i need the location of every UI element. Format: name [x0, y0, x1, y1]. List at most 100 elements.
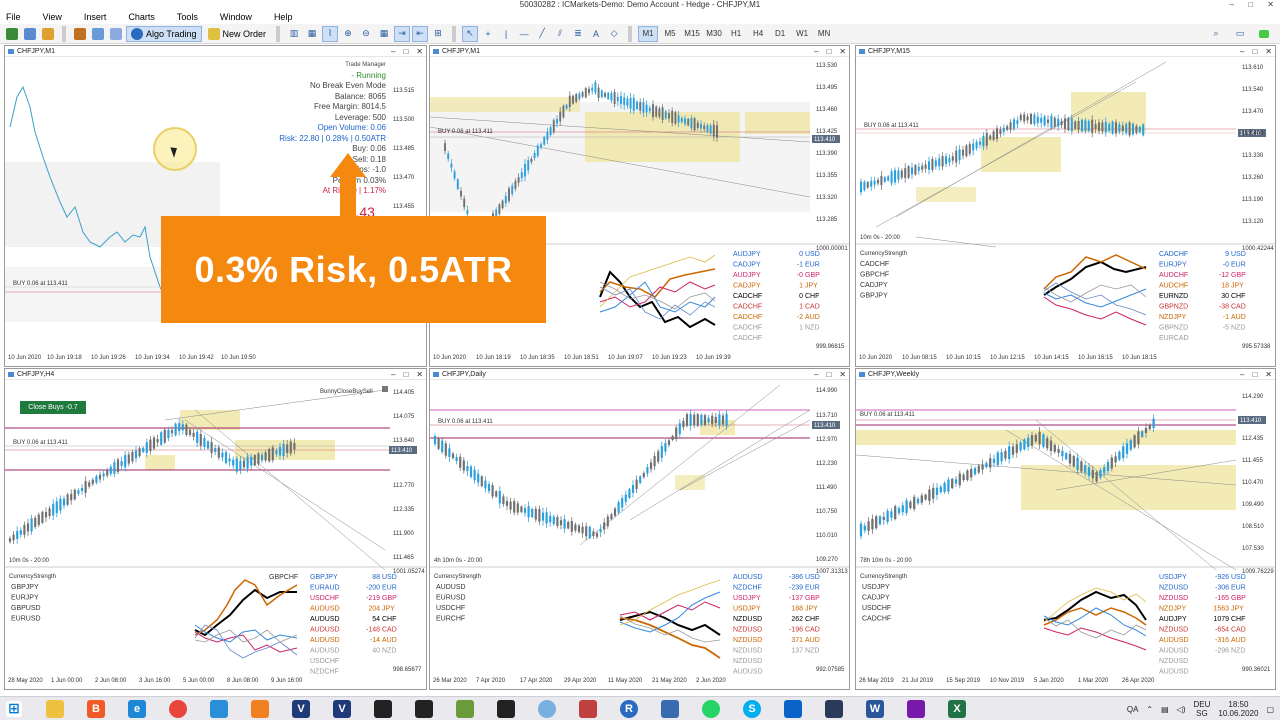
minimize-icon[interactable]: –: [1230, 0, 1234, 9]
taskbar-app-charts[interactable]: [246, 698, 274, 720]
minimize-icon[interactable]: –: [1240, 370, 1244, 379]
taskbar-app-edge[interactable]: e: [123, 698, 151, 720]
timeframe-h1[interactable]: H1: [726, 26, 746, 42]
taskbar-app-arrow[interactable]: [820, 698, 848, 720]
taskbar-app-snip[interactable]: [574, 698, 602, 720]
tray-language[interactable]: DEU SG: [1194, 700, 1211, 718]
chart-shift-icon[interactable]: ⇤: [412, 25, 429, 42]
chart-window-daily[interactable]: CHFJPY,Daily – □ ✕ BUY 0.06 at 113.411 4h …: [429, 368, 850, 690]
search-icon[interactable]: ⌕: [1208, 26, 1224, 42]
strategy-tester-icon[interactable]: [90, 26, 106, 42]
taskbar-app-mt1[interactable]: [369, 698, 397, 720]
minimize-icon[interactable]: –: [1240, 47, 1244, 56]
text-tool-icon[interactable]: A: [588, 26, 604, 42]
timeframe-w1[interactable]: W1: [792, 26, 812, 42]
timeframe-m1[interactable]: M1: [638, 25, 659, 42]
maximize-icon[interactable]: □: [826, 47, 831, 56]
maximize-icon[interactable]: □: [403, 47, 408, 56]
vertical-line-icon[interactable]: |: [498, 26, 514, 42]
timeframe-m15[interactable]: M15: [682, 26, 702, 42]
start-button[interactable]: ⊞: [0, 698, 28, 720]
minimize-icon[interactable]: –: [391, 47, 395, 56]
taskbar-app-mt2[interactable]: [410, 698, 438, 720]
close-icon[interactable]: ✕: [839, 47, 846, 56]
new-chart-icon[interactable]: [4, 26, 20, 42]
tray-network-icon[interactable]: ▤: [1161, 705, 1169, 714]
cursor-icon[interactable]: ↖: [462, 25, 479, 42]
maximize-icon[interactable]: □: [826, 370, 831, 379]
menu-tools[interactable]: Tools: [175, 12, 200, 22]
tray-chevron-up-icon[interactable]: ⌃: [1146, 705, 1153, 714]
taskbar-app-pdf[interactable]: [656, 698, 684, 720]
minimize-icon[interactable]: –: [814, 47, 818, 56]
fibonacci-icon[interactable]: ≣: [570, 26, 586, 42]
bar-chart-icon[interactable]: ▥: [286, 26, 302, 42]
taskbar-app-excel[interactable]: X: [943, 698, 971, 720]
minimize-icon[interactable]: –: [814, 370, 818, 379]
taskbar-app-tool[interactable]: [451, 698, 479, 720]
chart-area-h4[interactable]: BUY 0.06 at 113.411 BunnyCloseBuySell 10…: [5, 380, 426, 689]
notifications-icon[interactable]: ▢: [1266, 705, 1274, 714]
close-icon[interactable]: ✕: [1265, 47, 1272, 56]
indicators-icon[interactable]: ⊞: [430, 26, 446, 42]
navigator-icon[interactable]: [72, 26, 88, 42]
minimize-icon[interactable]: –: [391, 370, 395, 379]
taskbar-app-v1[interactable]: V: [287, 698, 315, 720]
chat-icon[interactable]: ▭: [1232, 26, 1248, 42]
channel-icon[interactable]: ⫽: [552, 26, 568, 42]
shapes-icon[interactable]: ◇: [606, 26, 622, 42]
market-watch-icon[interactable]: [40, 26, 56, 42]
maximize-icon[interactable]: □: [403, 370, 408, 379]
chart-window-weekly[interactable]: CHFJPY,Weekly – □ ✕ BUY 0.06 at 113.411 78…: [855, 368, 1276, 690]
taskbar-app-r[interactable]: R: [615, 698, 643, 720]
close-icon[interactable]: ✕: [1265, 370, 1272, 379]
chart-window-m15[interactable]: CHFJPY,M15 – □ ✕ BUY 0.06 at 113.411 10m 0…: [855, 45, 1276, 367]
maximize-icon[interactable]: □: [1252, 47, 1257, 56]
horizontal-line-icon[interactable]: —: [516, 26, 532, 42]
signal-icon[interactable]: [1256, 26, 1272, 42]
taskbar-app-skype[interactable]: S: [738, 698, 766, 720]
line-chart-icon[interactable]: ⌇: [322, 25, 339, 42]
timeframe-h4[interactable]: H4: [748, 26, 768, 42]
tray-clock[interactable]: 18:50 10.06.2020: [1218, 700, 1258, 718]
menu-view[interactable]: View: [41, 12, 64, 22]
close-icon[interactable]: ✕: [416, 47, 423, 56]
new-order-button[interactable]: New Order: [204, 26, 271, 42]
autoscroll-icon[interactable]: ⇥: [394, 25, 411, 42]
menu-insert[interactable]: Insert: [82, 12, 109, 22]
tray-volume-icon[interactable]: ◁): [1177, 705, 1186, 714]
taskbar-app-mt3[interactable]: [492, 698, 520, 720]
taskbar-app-calc[interactable]: [205, 698, 233, 720]
maximize-icon[interactable]: □: [1252, 370, 1257, 379]
candlestick-icon[interactable]: ▦: [304, 26, 320, 42]
taskbar-app-brave[interactable]: B: [82, 698, 110, 720]
tile-windows-icon[interactable]: ▦: [376, 26, 392, 42]
timeframe-d1[interactable]: D1: [770, 26, 790, 42]
chart-area-m15[interactable]: BUY 0.06 at 113.411 10m 0s - 20:00 113.4…: [856, 57, 1275, 366]
trendline-icon[interactable]: ╱: [534, 26, 550, 42]
menu-window[interactable]: Window: [218, 12, 254, 22]
taskbar-app-record[interactable]: [533, 698, 561, 720]
taskbar-app-chrome[interactable]: [164, 698, 192, 720]
terminal-icon[interactable]: [108, 26, 124, 42]
crosshair-icon[interactable]: +: [480, 26, 496, 42]
taskbar-app-explorer[interactable]: [41, 698, 69, 720]
taskbar-app-v2[interactable]: V: [328, 698, 356, 720]
chart-window-h4[interactable]: CHFJPY,H4 – □ ✕ BUY 0.06 at 113.411 BunnyC…: [4, 368, 427, 690]
menu-help[interactable]: Help: [272, 12, 295, 22]
chart-area-daily[interactable]: BUY 0.06 at 113.411 4h 10m 0s - 20:00 11…: [430, 380, 849, 689]
menu-file[interactable]: File: [4, 12, 23, 22]
algo-trading-button[interactable]: Algo Trading: [126, 25, 202, 42]
close-icon[interactable]: ✕: [839, 370, 846, 379]
taskbar-app-whatsapp[interactable]: [697, 698, 725, 720]
tray-qa[interactable]: QA: [1127, 705, 1139, 714]
timeframe-m5[interactable]: M5: [660, 26, 680, 42]
profiles-icon[interactable]: [22, 26, 38, 42]
zoom-in-icon[interactable]: ⊕: [340, 26, 356, 42]
taskbar-app-onenote[interactable]: [902, 698, 930, 720]
taskbar-app-cloud[interactable]: [779, 698, 807, 720]
close-buys-button[interactable]: Close Buys -0.7: [20, 401, 86, 414]
zoom-out-icon[interactable]: ⊖: [358, 26, 374, 42]
menu-charts[interactable]: Charts: [126, 12, 157, 22]
close-icon[interactable]: ✕: [416, 370, 423, 379]
